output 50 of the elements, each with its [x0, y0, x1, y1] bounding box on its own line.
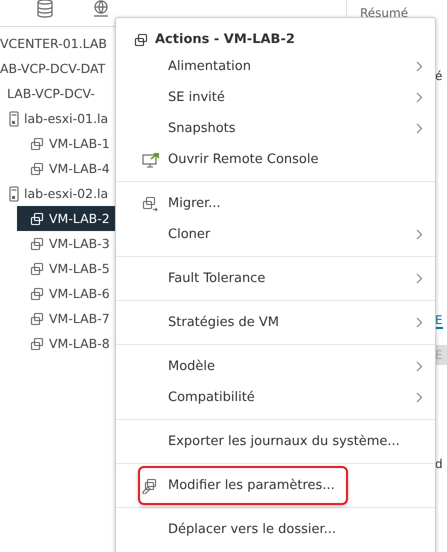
vm-icon [30, 336, 44, 350]
chevron-right-icon [416, 361, 423, 372]
tree-item[interactable]: lab-esxi-02.la [0, 181, 108, 206]
tree-item[interactable]: VM-LAB-3 [0, 231, 110, 256]
chevron-right-icon [416, 317, 423, 328]
chevron-right-icon [416, 229, 423, 240]
menu-item[interactable]: Modifier les paramètres... [138, 470, 435, 501]
menu-item[interactable]: Ouvrir Remote Console [116, 144, 435, 175]
menu-item[interactable]: Déplacer vers le dossier... [116, 514, 435, 545]
tree-item[interactable]: lab-esxi-01.la [0, 106, 108, 131]
menu-item[interactable]: Alimentation [116, 51, 435, 82]
vm-arrow-icon [142, 196, 158, 212]
chevron-right-icon [416, 123, 423, 134]
menu-item[interactable]: Compatibilité [116, 382, 435, 413]
tree-item[interactable]: VCENTER-01.LAB [0, 31, 108, 56]
vm-icon [30, 212, 44, 226]
tree-item[interactable]: VM-LAB-5 [0, 256, 110, 281]
tree-item[interactable]: VM-LAB-1 [0, 131, 110, 156]
menu-item[interactable]: Exporter les journaux du système... [116, 426, 435, 457]
menu-item[interactable]: Stratégies de VM [116, 307, 435, 338]
vm-icon [30, 136, 44, 150]
chevron-right-icon [416, 273, 423, 284]
menu-item[interactable]: Fault Tolerance [116, 263, 435, 294]
server-icon [9, 110, 19, 126]
vm-icon [134, 32, 148, 46]
tree-item[interactable]: VM-LAB-8 [0, 331, 110, 356]
chevron-right-icon [416, 61, 423, 72]
menu-item[interactable]: SE invité [116, 82, 435, 113]
menu-title: Actions - VM-LAB-2 [155, 32, 295, 47]
tree-item[interactable]: VM-LAB-4 [0, 156, 110, 181]
tree-item[interactable]: VM-LAB-7 [0, 306, 110, 331]
chevron-right-icon [416, 392, 423, 403]
monitor-icon [142, 152, 160, 168]
database-icon[interactable] [36, 0, 54, 18]
tree-item[interactable]: LAB-VCP-DCV- [0, 81, 95, 106]
menu-item[interactable]: Modèle [116, 351, 435, 382]
vm-pencil-icon [142, 478, 158, 494]
partial-text: d [434, 457, 444, 471]
vm-icon [30, 286, 44, 300]
tree-item[interactable]: AB-VCP-DCV-DAT [0, 56, 106, 81]
vm-icon [30, 312, 44, 326]
vm-icon [30, 262, 44, 276]
vm-icon [30, 162, 44, 176]
vm-icon [30, 236, 44, 250]
server-icon [9, 186, 19, 202]
partial-text: é [434, 69, 444, 83]
tree-item[interactable]: VM-LAB-6 [0, 281, 110, 306]
chevron-right-icon [416, 92, 423, 103]
menu-item[interactable]: Snapshots [116, 113, 435, 144]
globe-icon[interactable] [92, 0, 110, 18]
